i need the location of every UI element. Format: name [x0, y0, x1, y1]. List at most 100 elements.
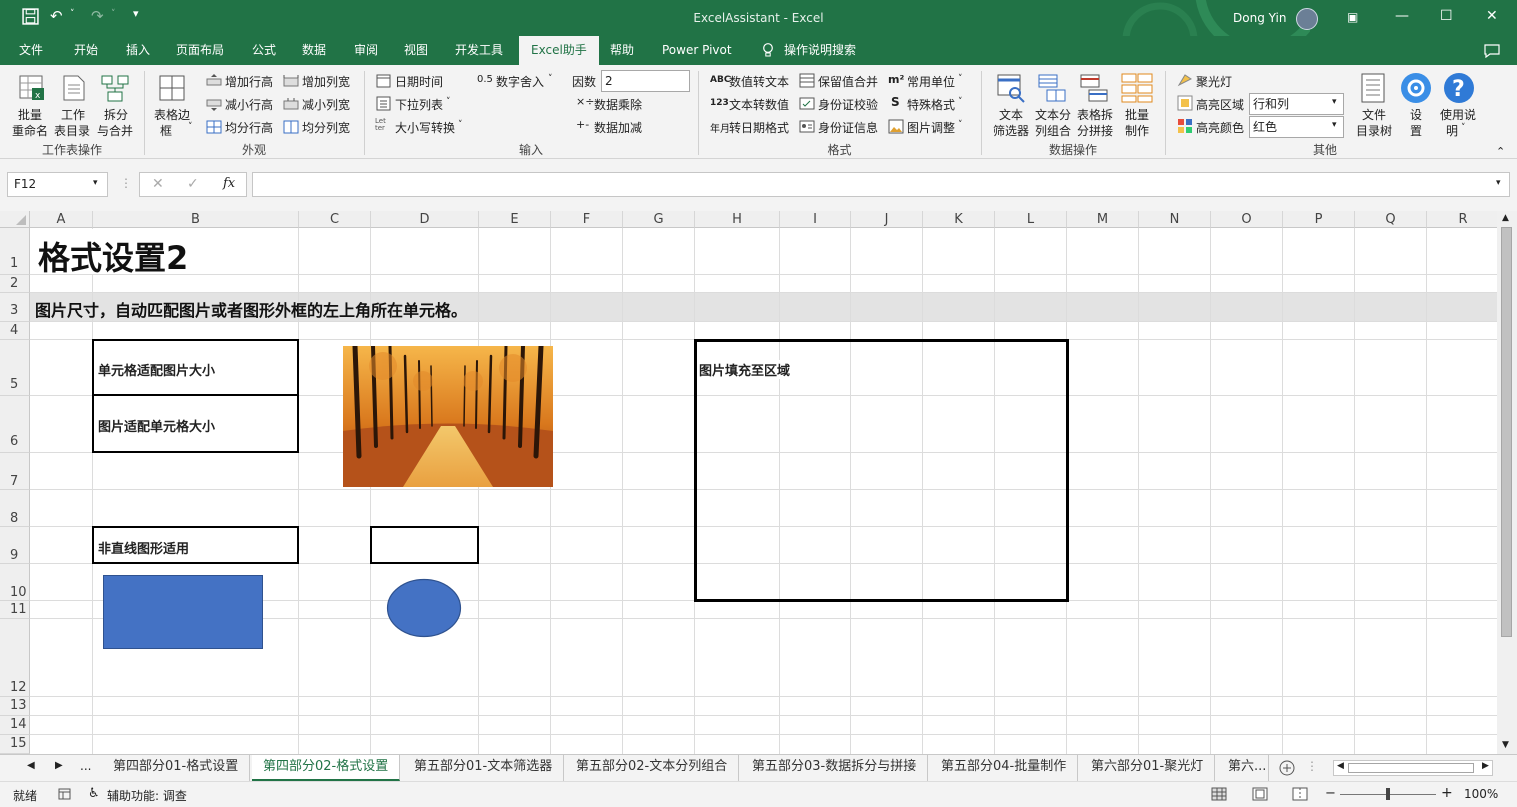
row-header[interactable]: 3: [0, 293, 30, 322]
spotlight[interactable]: 聚光灯: [1196, 73, 1232, 90]
data-add-subtract[interactable]: 数据加减: [594, 119, 642, 136]
tab-file[interactable]: 文件: [19, 36, 43, 65]
minimize-icon[interactable]: —: [1395, 8, 1409, 24]
dropdown-list[interactable]: 下拉列表: [395, 96, 443, 113]
factor-input[interactable]: 2: [601, 70, 690, 92]
text-filter-label-2[interactable]: 筛选器: [993, 122, 1029, 139]
column-header[interactable]: G: [623, 211, 695, 228]
tab-developer[interactable]: 开发工具: [455, 36, 503, 65]
text-filter-label-1[interactable]: 文本: [999, 106, 1023, 123]
number-round[interactable]: 数字舍入: [496, 73, 544, 90]
batch-rename-label-2[interactable]: 重命名: [12, 122, 48, 139]
hscroll-right-icon[interactable]: ▶: [1482, 761, 1489, 771]
tab-splitter-icon[interactable]: ⋮: [1306, 759, 1318, 773]
text-split-label-2[interactable]: 列组合: [1035, 122, 1071, 139]
text-to-number[interactable]: 文本转数值: [729, 96, 789, 113]
hscroll-left-icon[interactable]: ◀: [1337, 761, 1344, 771]
image-adjust[interactable]: 图片调整: [907, 119, 955, 136]
cancel-icon[interactable]: ✕: [152, 176, 164, 192]
decrease-row-height[interactable]: 减小行高: [225, 96, 273, 113]
id-card-check[interactable]: 身份证校验: [818, 96, 878, 113]
tab-view[interactable]: 视图: [404, 36, 428, 65]
row-header[interactable]: 15: [0, 735, 30, 754]
tab-excel-assistant[interactable]: Excel助手: [519, 36, 599, 65]
data-multiply-divide[interactable]: 数据乘除: [594, 96, 642, 113]
page-break-view-icon[interactable]: [1292, 787, 1308, 801]
accessibility-status[interactable]: 辅助功能: 调查: [107, 787, 187, 804]
decrease-column-width[interactable]: 减小列宽: [302, 96, 350, 113]
id-card-info[interactable]: 身份证信息: [818, 119, 878, 136]
cell-b5[interactable]: 单元格适配图片大小: [92, 339, 299, 396]
row-header[interactable]: 9: [0, 527, 30, 564]
row-header[interactable]: 11: [0, 601, 30, 619]
increase-column-width[interactable]: 增加列宽: [302, 73, 350, 90]
to-date-format[interactable]: 转日期格式: [729, 119, 789, 136]
accessibility-icon[interactable]: ♿: [88, 786, 100, 801]
merge-keep-values[interactable]: 保留值合并: [818, 73, 878, 90]
special-format[interactable]: 特殊格式: [907, 96, 955, 113]
dropdown-list-chevron-down-icon[interactable]: ˅: [446, 97, 451, 107]
column-header[interactable]: H: [695, 211, 780, 228]
tab-data[interactable]: 数据: [302, 36, 326, 65]
help-icon[interactable]: ?: [1442, 71, 1476, 105]
scroll-down-icon[interactable]: ▼: [1502, 740, 1509, 750]
close-icon[interactable]: ✕: [1486, 8, 1498, 24]
user-guide-label-2[interactable]: 明: [1446, 122, 1458, 139]
sheet-title[interactable]: 格式设置2: [38, 233, 188, 279]
column-header[interactable]: I: [780, 211, 851, 228]
tab-home[interactable]: 开始: [74, 36, 98, 65]
row-header[interactable]: 6: [0, 396, 30, 453]
file-tree-label-2[interactable]: 目录树: [1356, 122, 1392, 139]
row-header[interactable]: 10: [0, 564, 30, 601]
cell-b9[interactable]: 非直线图形适用: [92, 526, 299, 564]
add-sheet-icon[interactable]: [1279, 760, 1295, 776]
expand-formula-icon[interactable]: ▾: [1496, 178, 1501, 188]
file-tree-label-1[interactable]: 文件: [1362, 106, 1386, 123]
date-time[interactable]: 日期时间: [395, 73, 443, 90]
sheet-directory-label-2[interactable]: 表目录: [54, 122, 90, 139]
row-header[interactable]: 4: [0, 322, 30, 340]
text-split-label-1[interactable]: 文本分: [1035, 106, 1071, 123]
sheet-tab[interactable]: 第五部分02-文本分列组合: [565, 755, 740, 781]
sheet-tab[interactable]: 第五部分01-文本筛选器: [403, 755, 565, 781]
table-border-label-1[interactable]: 表格边: [154, 106, 190, 123]
sheet-directory-label-1[interactable]: 工作: [61, 106, 85, 123]
sheet-tab-active[interactable]: 第四部分02-格式设置: [252, 755, 401, 781]
tab-more-left[interactable]: ...: [80, 759, 91, 773]
sheet-tab[interactable]: 第四部分01-格式设置: [102, 755, 251, 781]
increase-row-height[interactable]: 增加行高: [225, 73, 273, 90]
row-header[interactable]: 14: [0, 716, 30, 735]
collapse-ribbon-icon[interactable]: ⌃: [1496, 145, 1505, 158]
column-header[interactable]: P: [1283, 211, 1355, 228]
tab-help[interactable]: 帮助: [610, 36, 634, 65]
zoom-out-icon[interactable]: −: [1325, 786, 1336, 801]
comments-icon[interactable]: [1484, 38, 1500, 67]
sheet-tab[interactable]: 第五部分03-数据拆分与拼接: [741, 755, 929, 781]
check-icon[interactable]: ✓: [187, 176, 199, 192]
case-convert[interactable]: 大小写转换: [395, 119, 455, 136]
column-header[interactable]: N: [1139, 211, 1211, 228]
column-header[interactable]: K: [923, 211, 995, 228]
number-to-text[interactable]: 数值转文本: [729, 73, 789, 90]
distribute-column-width[interactable]: 均分列宽: [302, 119, 350, 136]
sheet-tab[interactable]: 第五部分04-批量制作: [930, 755, 1079, 781]
select-all-corner[interactable]: [0, 211, 30, 228]
blue-rectangle-shape[interactable]: [103, 575, 263, 649]
settings-label-1[interactable]: 设: [1410, 106, 1422, 123]
ribbon-display-icon[interactable]: ▣: [1347, 10, 1358, 24]
tab-review[interactable]: 审阅: [354, 36, 378, 65]
column-header[interactable]: Q: [1355, 211, 1427, 228]
highlight-area-chevron-down-icon[interactable]: ▾: [1332, 97, 1337, 107]
insert-function-icon[interactable]: fx: [223, 176, 235, 191]
tab-power-pivot[interactable]: Power Pivot: [662, 36, 732, 65]
hscroll-thumb[interactable]: [1348, 763, 1474, 773]
column-header[interactable]: O: [1211, 211, 1283, 228]
number-round-chevron-down-icon[interactable]: ˅: [548, 74, 553, 84]
sheet-subtitle[interactable]: 图片尺寸，自动匹配图片或者图形外框的左上角所在单元格。: [35, 297, 467, 321]
gear-icon[interactable]: [1399, 71, 1433, 105]
batch-make-label-1[interactable]: 批量: [1125, 106, 1149, 123]
zoom-in-icon[interactable]: +: [1441, 785, 1453, 801]
scroll-thumb[interactable]: [1501, 227, 1512, 637]
column-header[interactable]: D: [371, 211, 479, 228]
cell-b6[interactable]: 图片适配单元格大小: [92, 394, 299, 453]
